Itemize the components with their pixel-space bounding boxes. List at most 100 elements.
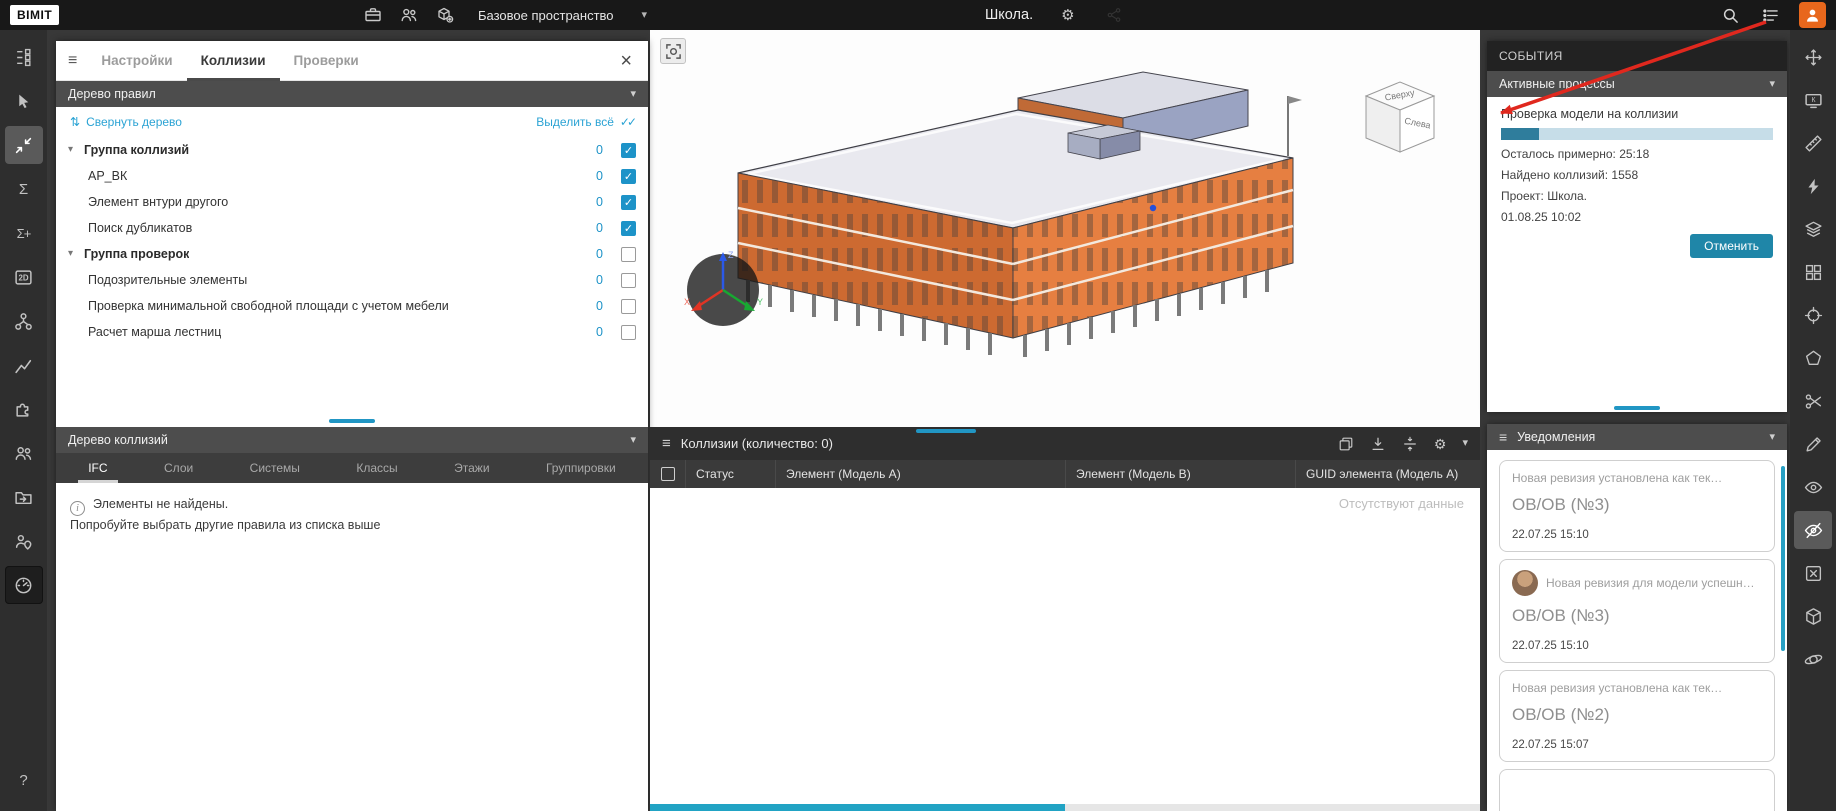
tab-systems[interactable]: Системы (240, 453, 310, 483)
active-processes-header[interactable]: Активные процессы (1487, 71, 1787, 97)
rule-checkbox[interactable] (621, 273, 636, 288)
select-all-checkbox[interactable] (661, 467, 675, 481)
notification-card[interactable]: Новая ревизия установлена как тек… ОВ/ОВ… (1499, 460, 1775, 552)
rule-checkbox[interactable] (621, 299, 636, 314)
grid-icon[interactable] (1794, 253, 1832, 291)
collision-icon[interactable] (5, 126, 43, 164)
panel-resize-handle[interactable] (916, 429, 976, 433)
graph-icon[interactable] (5, 346, 43, 384)
layers-icon[interactable] (1794, 210, 1832, 248)
vertical-scrollbar-thumb[interactable] (1781, 466, 1785, 651)
empty-hint: Попробуйте выбрать другие правила из спи… (70, 516, 634, 535)
rule-checkbox[interactable] (621, 221, 636, 236)
horizontal-scrollbar[interactable] (650, 804, 1480, 811)
select-all-link[interactable]: Выделить всё (536, 115, 634, 129)
tab-checks[interactable]: Проверки (280, 41, 373, 81)
screen-icon[interactable] (1794, 81, 1832, 119)
rule-checkbox[interactable] (621, 195, 636, 210)
expand-icon[interactable] (68, 145, 84, 155)
notification-card[interactable]: Новая ревизия для модели успешн… ОВ/ОВ (… (1499, 559, 1775, 663)
workspace-selector[interactable]: Базовое пространство (478, 8, 647, 23)
close-icon[interactable] (616, 51, 636, 71)
tab-collisions[interactable]: Коллизии (187, 41, 280, 81)
rule-checkbox[interactable] (621, 247, 636, 262)
sum-icon[interactable] (5, 170, 43, 208)
rule-checkbox[interactable] (621, 143, 636, 158)
notifications-header[interactable]: Уведомления (1487, 424, 1787, 450)
tree-row[interactable]: Расчет марша лестниц0 (56, 319, 648, 345)
collapse-tree-link[interactable]: Свернуть дерево (70, 115, 182, 129)
tree-row[interactable]: Элемент внтури другого0 (56, 189, 648, 215)
process-card: Проверка модели на коллизии Осталось при… (1487, 97, 1787, 412)
search-icon[interactable] (1719, 4, 1741, 26)
plugins-icon[interactable] (5, 390, 43, 428)
notification-card[interactable]: Новая ревизия установлена как тек… ОВ/ОВ… (1499, 670, 1775, 762)
model-tree-icon[interactable] (5, 38, 43, 76)
cube-icon[interactable] (1794, 597, 1832, 635)
user-location-icon[interactable] (5, 522, 43, 560)
region-icon[interactable] (1794, 339, 1832, 377)
rule-checkbox[interactable] (621, 325, 636, 340)
section-icon[interactable] (1794, 382, 1832, 420)
settings-gear-icon[interactable] (1061, 8, 1074, 23)
isolate-view-button[interactable] (660, 38, 686, 64)
tree-row[interactable]: Группа проверок0 (56, 241, 648, 267)
tab-ifc[interactable]: IFC (78, 453, 117, 483)
tree-row[interactable]: АР_ВК0 (56, 163, 648, 189)
notification-card-partial[interactable] (1499, 769, 1775, 811)
rules-tree-header[interactable]: Дерево правил (56, 81, 648, 107)
view-cube[interactable]: Сверху Слева (1352, 70, 1448, 166)
select-cursor-icon[interactable] (5, 82, 43, 120)
crosshair-icon[interactable] (1794, 296, 1832, 334)
rules-tree-section: Дерево правил Свернуть дерево Выделить в… (56, 81, 648, 427)
move-icon[interactable] (1794, 38, 1832, 76)
markup-icon[interactable] (1794, 425, 1832, 463)
projects-icon[interactable] (362, 4, 384, 26)
tab-groupings[interactable]: Группировки (536, 453, 626, 483)
team-icon[interactable] (398, 4, 420, 26)
align-center-icon[interactable] (1402, 436, 1418, 452)
duplicate-view-icon[interactable] (1338, 436, 1354, 452)
clear-icon[interactable] (1794, 554, 1832, 592)
view-2d-icon[interactable] (5, 258, 43, 296)
structure-icon[interactable] (5, 302, 43, 340)
share-icon[interactable] (1103, 4, 1125, 26)
table-settings-icon[interactable] (1434, 437, 1447, 451)
show-icon[interactable] (1794, 468, 1832, 506)
tab-classes[interactable]: Классы (346, 453, 407, 483)
tab-settings[interactable]: Настройки (87, 41, 186, 81)
shared-folder-icon[interactable] (5, 478, 43, 516)
viewport-3d[interactable]: Z X Y Сверху Слева (650, 30, 1480, 427)
rule-checkbox[interactable] (621, 169, 636, 184)
collapse-panel-icon[interactable] (1462, 438, 1468, 449)
bolt-icon[interactable] (1794, 167, 1832, 205)
axis-z-label: Z (728, 250, 734, 260)
tree-row[interactable]: Подозрительные элементы0 (56, 267, 648, 293)
hide-icon[interactable] (1794, 511, 1832, 549)
collision-tree-header[interactable]: Дерево коллизий (56, 427, 648, 453)
export-icon[interactable] (1370, 436, 1386, 452)
rule-label: Поиск дубликатов (88, 221, 192, 235)
tab-layers[interactable]: Слои (154, 453, 203, 483)
tree-row[interactable]: Проверка минимальной свободной площади с… (56, 293, 648, 319)
users-icon[interactable] (5, 434, 43, 472)
table-menu-icon[interactable] (662, 436, 671, 451)
expand-icon[interactable] (68, 249, 84, 259)
tree-row[interactable]: Поиск дубликатов0 (56, 215, 648, 241)
workspace-cube-icon[interactable] (434, 4, 456, 26)
dashboard-icon[interactable] (5, 566, 43, 604)
chevron-down-icon (630, 89, 636, 100)
tree-row[interactable]: Группа коллизий0 (56, 137, 648, 163)
notifications-list-icon[interactable] (1759, 4, 1781, 26)
cancel-button[interactable]: Отменить (1690, 234, 1773, 258)
panel-menu-icon[interactable] (68, 53, 77, 69)
help-button[interactable]: ? (5, 761, 43, 799)
notifications-menu-icon[interactable] (1499, 430, 1507, 444)
profile-icon[interactable] (1799, 2, 1826, 28)
ruler-icon[interactable] (1794, 124, 1832, 162)
axis-gizmo[interactable]: Z X Y (678, 245, 768, 335)
scrollbar-thumb[interactable] (650, 804, 1065, 811)
orbit-icon[interactable] (1794, 640, 1832, 678)
tab-floors[interactable]: Этажи (444, 453, 499, 483)
sum-plus-icon[interactable] (5, 214, 43, 252)
